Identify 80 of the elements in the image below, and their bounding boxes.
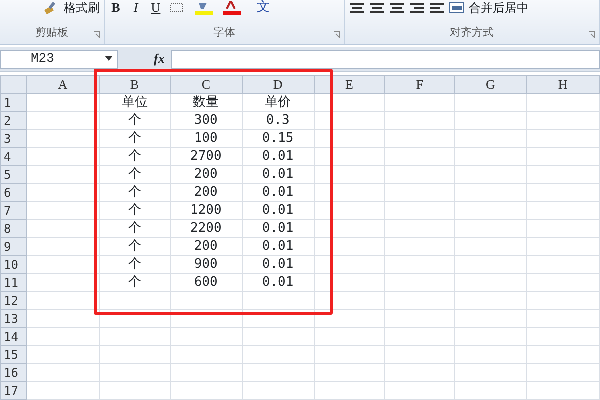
- table-cell: 数量: [170, 94, 242, 112]
- align-icon[interactable]: [349, 2, 365, 14]
- table-cell: 200: [170, 184, 242, 202]
- format-button[interactable]: U: [149, 2, 163, 14]
- table-cell: 个: [99, 130, 170, 148]
- row-header[interactable]: 9: [0, 238, 26, 256]
- table-cell: 单价: [242, 94, 314, 112]
- row-header[interactable]: 17: [0, 382, 26, 400]
- table-cell: 个: [99, 202, 170, 220]
- column-header[interactable]: G: [454, 76, 527, 94]
- table-cell: 1200: [170, 202, 242, 220]
- align-icon[interactable]: [369, 2, 385, 14]
- row-header[interactable]: 10: [0, 256, 26, 274]
- row-header[interactable]: 2: [0, 112, 26, 130]
- group-label: 剪贴板: [36, 24, 68, 40]
- dialog-launcher-icon[interactable]: [588, 31, 596, 39]
- column-header[interactable]: A: [26, 76, 100, 94]
- table-cell: 0.01: [242, 220, 314, 238]
- highlighter-icon[interactable]: [193, 1, 215, 15]
- table-cell: 个: [99, 184, 170, 202]
- column-header[interactable]: H: [526, 76, 600, 94]
- insert-function-button[interactable]: fx: [148, 49, 171, 69]
- table-cell: 2200: [170, 220, 242, 238]
- table-cell: 0.01: [242, 202, 314, 220]
- table-cell: 0.3: [242, 112, 314, 130]
- table-cell: 200: [170, 238, 242, 256]
- table-cell: 200: [170, 166, 242, 184]
- table-cell: 0.01: [242, 166, 314, 184]
- group-label: 字体: [214, 24, 236, 40]
- table-cell: 个: [99, 238, 170, 256]
- format-button[interactable]: B: [109, 2, 123, 14]
- row-header[interactable]: 3: [0, 130, 26, 148]
- dropdown-caret-icon[interactable]: [105, 56, 113, 62]
- row-header[interactable]: 5: [0, 166, 26, 184]
- row-header[interactable]: 12: [0, 292, 26, 310]
- merge-cells-icon[interactable]: [449, 2, 465, 14]
- column-header[interactable]: D: [242, 76, 314, 94]
- row-header[interactable]: 14: [0, 328, 26, 346]
- format-painter-button[interactable]: 格式刷: [44, 0, 100, 16]
- table-cell: 0.01: [242, 274, 314, 292]
- group-label: 对齐方式: [450, 24, 494, 40]
- name-box[interactable]: M23: [0, 50, 118, 68]
- table-cell: 单位: [99, 94, 170, 112]
- table-cell: 个: [99, 220, 170, 238]
- name-box-text: M23: [31, 50, 54, 68]
- format-button[interactable]: I: [129, 2, 143, 14]
- font-color-icon[interactable]: [221, 1, 243, 15]
- table-cell: 300: [170, 112, 242, 130]
- row-header[interactable]: 15: [0, 346, 26, 364]
- column-header[interactable]: B: [99, 76, 170, 94]
- table-cell: 个: [99, 148, 170, 166]
- table-cell: 2700: [170, 148, 242, 166]
- table-cell: 0.01: [242, 184, 314, 202]
- column-header[interactable]: E: [314, 76, 385, 94]
- table-cell: 个: [99, 166, 170, 184]
- table-cell: 个: [99, 274, 170, 292]
- row-header[interactable]: 16: [0, 364, 26, 382]
- column-header[interactable]: F: [384, 76, 455, 94]
- table-cell: 0.01: [242, 238, 314, 256]
- table-cell: 600: [170, 274, 242, 292]
- row-header[interactable]: 4: [0, 148, 26, 166]
- table-cell: 个: [99, 256, 170, 274]
- align-icon[interactable]: [389, 2, 405, 14]
- row-header[interactable]: 1: [0, 94, 26, 112]
- phonetic-button[interactable]: 文: [257, 2, 270, 14]
- table-cell: 0.15: [242, 130, 314, 148]
- table-cell: 900: [170, 256, 242, 274]
- table-cell: 0.01: [242, 148, 314, 166]
- merge-center-button[interactable]: 合并后居中: [449, 0, 529, 16]
- dialog-launcher-icon[interactable]: [93, 31, 101, 39]
- row-header[interactable]: 8: [0, 220, 26, 238]
- table-cell: 0.01: [242, 256, 314, 274]
- dialog-launcher-icon[interactable]: [333, 31, 341, 39]
- row-header[interactable]: 7: [0, 202, 26, 220]
- table-cell: 100: [170, 130, 242, 148]
- table-cell: 个: [99, 112, 170, 130]
- row-header[interactable]: 11: [0, 274, 26, 292]
- row-header[interactable]: 6: [0, 184, 26, 202]
- row-header[interactable]: 13: [0, 310, 26, 328]
- column-header[interactable]: C: [170, 76, 242, 94]
